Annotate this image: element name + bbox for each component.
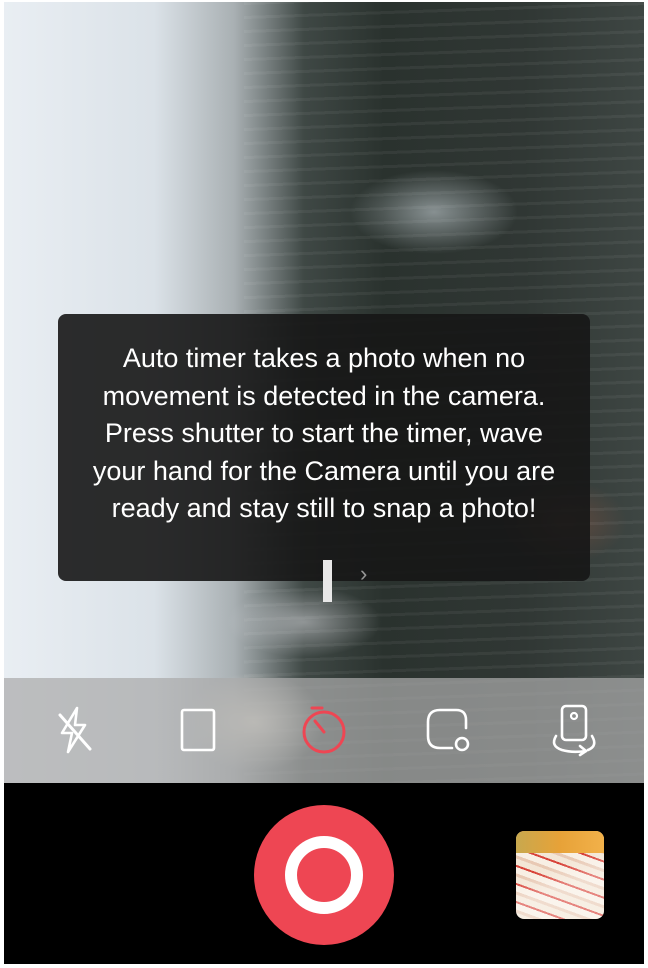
switch-camera-icon [552,704,596,757]
flash-off-icon [58,706,92,754]
auto-timer-icon [302,706,346,754]
tooltip-text: Auto timer takes a photo when no movemen… [92,343,556,523]
auto-timer-button[interactable] [292,698,356,762]
thumbnail-image-detail [516,831,604,853]
capture-bar [4,783,644,964]
focus-exposure-button[interactable] [416,698,480,762]
shutter-button[interactable] [254,805,394,945]
aspect-ratio-icon [180,708,216,752]
auto-timer-tooltip: Auto timer takes a photo when no movemen… [58,314,590,581]
focus-exposure-icon [426,708,470,752]
shutter-ring-icon [285,836,363,914]
aspect-ratio-button[interactable] [166,698,230,762]
camera-screen: Auto timer takes a photo when no movemen… [4,2,644,964]
last-photo-thumbnail[interactable] [516,831,604,919]
exposure-slider-handle[interactable] [323,560,332,602]
switch-camera-button[interactable] [542,698,606,762]
chevron-right-icon[interactable]: › [360,562,367,586]
camera-viewfinder[interactable]: Auto timer takes a photo when no movemen… [4,2,644,783]
flash-toggle-button[interactable] [42,698,106,762]
camera-options-toolbar [4,678,644,783]
